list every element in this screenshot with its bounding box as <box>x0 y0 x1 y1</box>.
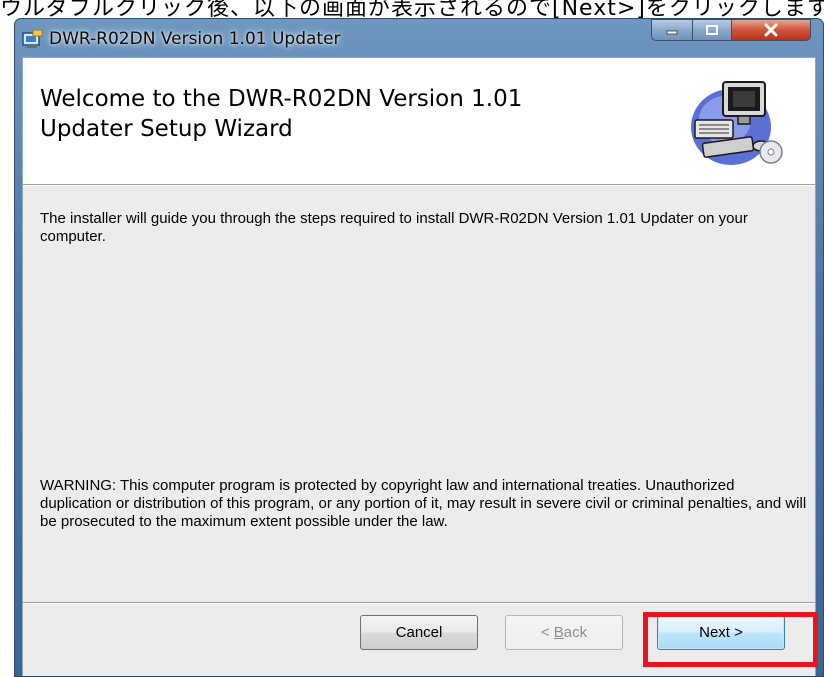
computer-setup-icon <box>691 81 783 165</box>
copyright-warning-text: WARNING: This computer program is protec… <box>40 477 807 530</box>
back-button-label: < Back <box>540 624 588 641</box>
wizard-title: Welcome to the DWR-R02DN Version 1.01 Up… <box>40 86 523 142</box>
title-bar[interactable]: DWR-R02DN Version 1.01 Updater <box>15 19 823 57</box>
minimize-icon <box>666 30 678 35</box>
wizard-banner: Welcome to the DWR-R02DN Version 1.01 Up… <box>23 58 815 185</box>
maximize-button[interactable] <box>692 19 732 41</box>
maximize-icon <box>706 25 718 35</box>
close-icon <box>764 23 778 37</box>
banner-divider <box>23 185 815 186</box>
intro-text: The installer will guide you through the… <box>40 210 748 245</box>
minimize-button[interactable] <box>651 19 693 41</box>
installer-window: DWR-R02DN Version 1.01 Updater Welcome t… <box>14 18 824 677</box>
wizard-client-area: Welcome to the DWR-R02DN Version 1.01 Up… <box>22 57 816 676</box>
cancel-button[interactable]: Cancel <box>360 615 478 650</box>
window-title: DWR-R02DN Version 1.01 Updater <box>49 29 341 49</box>
back-button: < Back <box>505 615 623 650</box>
installer-app-icon <box>22 29 43 48</box>
cancel-button-label: Cancel <box>395 624 443 641</box>
next-button-highlight <box>643 612 818 667</box>
footer-divider-highlight <box>23 603 815 604</box>
close-button[interactable] <box>731 19 811 41</box>
